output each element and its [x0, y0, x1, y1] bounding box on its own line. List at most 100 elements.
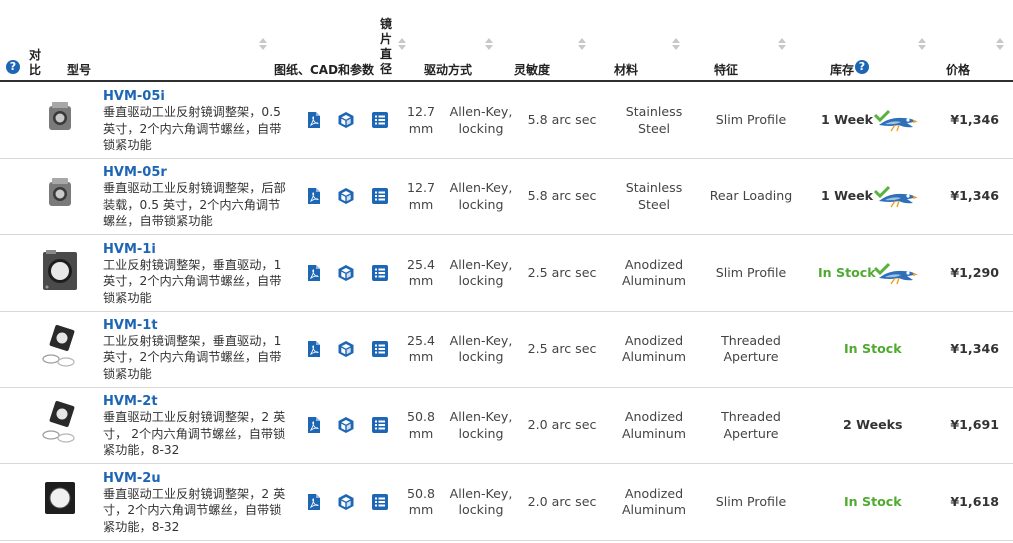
pdf-icon[interactable]	[305, 493, 323, 511]
material-line-1: Stainless	[625, 180, 683, 196]
stock-status: 1 Week	[821, 112, 874, 127]
drive-cell: Allen-Key, locking	[443, 104, 519, 137]
header-material[interactable]: 材料	[614, 61, 638, 78]
cad-cube-icon[interactable]	[337, 111, 355, 129]
product-thumbnail[interactable]	[40, 170, 80, 218]
spec-list-icon[interactable]	[371, 264, 389, 282]
feature-cell: Slim Profile	[702, 494, 800, 511]
part-number-link[interactable]: HVM-1i	[103, 242, 156, 257]
header-drive[interactable]: 驱动方式	[424, 61, 472, 78]
feature-line-1: Threaded	[721, 332, 781, 348]
table-row: HVM-2t 垂直驱动工业反射镜调整架，2 英寸， 2个内六角调节螺丝，自带锁紧…	[0, 387, 1013, 465]
part-number-link[interactable]: HVM-2u	[103, 471, 161, 486]
product-table: ? 对 比 型号 图纸、CAD和参数 镜 片 直 径 驱动方式 灵敏度 材料 特…	[0, 0, 1013, 543]
header-feature[interactable]: 特征	[714, 61, 738, 78]
drive-cell: Allen-Key, locking	[443, 257, 519, 290]
pdf-icon[interactable]	[305, 416, 323, 434]
table-row: HVM-05i 垂直驱动工业反射镜调整架，0.5 英寸，2个内六角调节螺丝，自带…	[0, 82, 1013, 159]
pdf-icon[interactable]	[305, 340, 323, 358]
table-row: HVM-1i 工业反射镜调整架，垂直驱动，1 英寸，2个内六角调节螺丝，自带锁紧…	[0, 235, 1013, 312]
product-description: 垂直驱动工业反射镜调整架，2 英寸， 2个内六角调节螺丝，自带锁紧功能，8-32	[103, 410, 286, 458]
product-thumbnail[interactable]	[40, 323, 80, 371]
spec-list-icon[interactable]	[371, 111, 389, 129]
speedy-hawk-icon	[873, 109, 918, 132]
part-number-link[interactable]: HVM-1t	[103, 318, 158, 333]
table-row: HVM-2u 垂直驱动工业反射镜调整架，2 英寸，2个内六角调节螺丝，自带锁紧功…	[0, 464, 1013, 541]
cad-cube-icon[interactable]	[337, 264, 355, 282]
header-model[interactable]: 型号	[67, 61, 91, 78]
price-value: ¥1,618	[950, 493, 999, 509]
drive-cell: Allen-Key, locking	[443, 180, 519, 213]
pdf-icon[interactable]	[305, 264, 323, 282]
product-description: 垂直驱动工业反射镜调整架，后部装载，0.5 英寸，2个内六角调节螺丝，自带锁紧功…	[103, 181, 286, 229]
sensitivity-cell: 5.8 arc sec	[527, 188, 597, 204]
spec-list-icon[interactable]	[371, 187, 389, 205]
stock-help-icon[interactable]: ?	[855, 60, 869, 74]
sensitivity-cell: 2.0 arc sec	[527, 417, 597, 433]
feature-cell: Slim Profile	[702, 265, 800, 282]
product-thumbnail[interactable]	[40, 247, 80, 295]
diameter-unit: mm	[408, 120, 434, 136]
feature-cell: Slim Profile	[702, 112, 800, 129]
diameter-unit: mm	[408, 502, 434, 517]
header-stock[interactable]: 库存	[830, 61, 854, 78]
stock-status: In Stock	[818, 264, 876, 280]
diameter-value: 50.8	[406, 485, 436, 501]
drive-line-2: locking	[458, 120, 504, 136]
feature-cell: Rear Loading	[702, 188, 800, 205]
sensitivity-cell: 2.0 arc sec	[527, 493, 597, 509]
product-description: 工业反射镜调整架，垂直驱动，1 英寸，2个内六角调节螺丝，自带锁紧功能	[103, 333, 282, 381]
product-thumbnail[interactable]	[40, 399, 80, 447]
help-icon[interactable]: ?	[6, 60, 20, 74]
header-sensitivity[interactable]: 灵敏度	[514, 61, 550, 78]
cad-cube-icon[interactable]	[337, 187, 355, 205]
cad-cube-icon[interactable]	[337, 340, 355, 358]
stock-status: 2 Weeks	[843, 417, 903, 433]
material-line-2: Steel	[638, 196, 670, 212]
header-price[interactable]: 价格	[946, 61, 970, 78]
feature-line-1: Slim Profile	[715, 112, 787, 127]
drive-line-2: locking	[458, 349, 504, 365]
price-value: ¥1,346	[950, 112, 999, 127]
part-number-link[interactable]: HVM-2t	[103, 394, 158, 409]
diameter-unit: mm	[408, 425, 434, 441]
product-thumbnail[interactable]	[40, 94, 80, 142]
diameter-cell: 50.8 mm	[398, 409, 444, 442]
stock-status: In Stock	[844, 340, 902, 356]
material-line-1: Anodized	[624, 485, 684, 501]
cad-cube-icon[interactable]	[337, 416, 355, 434]
part-number-link[interactable]: HVM-05i	[103, 89, 165, 104]
price-value: ¥1,346	[950, 188, 999, 204]
diameter-value: 25.4	[406, 256, 436, 272]
material-line-2: Aluminum	[621, 349, 687, 365]
product-description: 工业反射镜调整架，垂直驱动，1 英寸，2个内六角调节螺丝，自带锁紧功能	[103, 257, 282, 305]
sensitivity-cell: 2.5 arc sec	[527, 340, 597, 356]
diameter-unit: mm	[408, 273, 434, 289]
price-value: ¥1,290	[950, 264, 999, 280]
spec-list-icon[interactable]	[371, 416, 389, 434]
header-diameter-4[interactable]: 径	[380, 60, 392, 77]
diameter-value: 25.4	[406, 332, 436, 348]
part-number-link[interactable]: HVM-05r	[103, 165, 167, 180]
drive-line-1: Allen-Key,	[449, 104, 513, 119]
drive-line-1: Allen-Key,	[449, 485, 513, 501]
drive-line-2: locking	[458, 196, 504, 212]
pdf-icon[interactable]	[305, 187, 323, 205]
diameter-unit: mm	[408, 196, 434, 212]
material-line-2: Aluminum	[621, 425, 687, 441]
spec-list-icon[interactable]	[371, 493, 389, 511]
spec-list-icon[interactable]	[371, 340, 389, 358]
cad-cube-icon[interactable]	[337, 493, 355, 511]
drive-line-1: Allen-Key,	[449, 180, 513, 196]
drive-cell: Allen-Key, locking	[443, 486, 519, 519]
material-cell: Anodized Aluminum	[608, 486, 700, 519]
pdf-icon[interactable]	[305, 111, 323, 129]
material-cell: Anodized Aluminum	[608, 409, 700, 442]
feature-line-1: Threaded	[721, 409, 781, 425]
product-thumbnail[interactable]	[40, 476, 80, 524]
diameter-cell: 12.7 mm	[398, 104, 444, 137]
feature-line-2: Aperture	[723, 349, 779, 365]
diameter-value: 50.8	[406, 409, 436, 425]
drive-line-2: locking	[458, 502, 504, 517]
diameter-value: 12.7	[406, 180, 436, 196]
